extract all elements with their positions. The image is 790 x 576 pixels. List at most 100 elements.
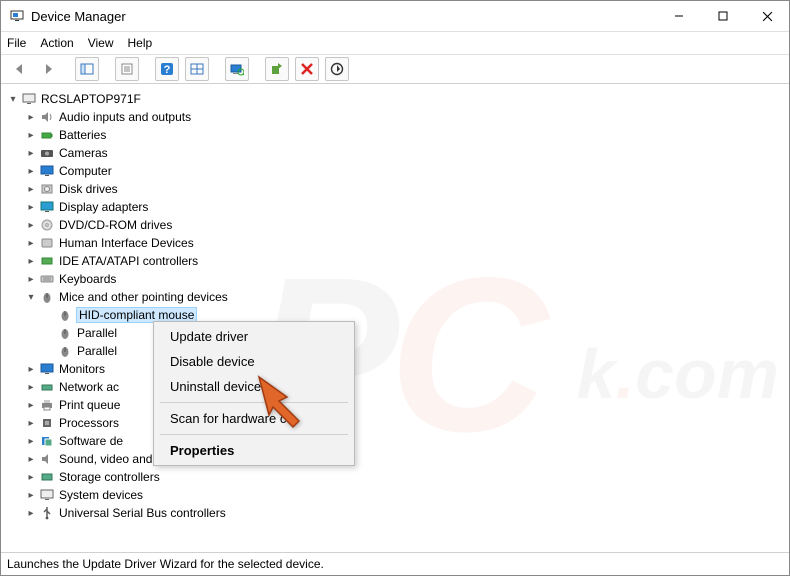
computer-icon <box>21 91 37 107</box>
tree-category[interactable]: ▸Audio inputs and outputs <box>5 108 785 126</box>
back-button[interactable] <box>9 58 31 80</box>
device-tree[interactable]: PC k.com ▾ RCSLAPTOP971F ▸Audio inputs a… <box>1 84 789 552</box>
help-button[interactable]: ? <box>155 57 179 81</box>
keyboard-icon <box>39 271 55 287</box>
close-button[interactable] <box>745 2 789 30</box>
display-icon <box>39 199 55 215</box>
expand-arrow-icon[interactable]: ▸ <box>25 112 37 123</box>
battery-icon <box>39 127 55 143</box>
tree-root[interactable]: ▾ RCSLAPTOP971F <box>5 90 785 108</box>
expand-arrow-icon[interactable]: ▸ <box>25 220 37 231</box>
tree-category[interactable]: ▸Processors <box>5 414 785 432</box>
tree-root-label[interactable]: RCSLAPTOP971F <box>41 92 141 106</box>
maximize-button[interactable] <box>701 2 745 30</box>
software-icon <box>39 433 55 449</box>
forward-button[interactable] <box>37 58 59 80</box>
status-text: Launches the Update Driver Wizard for th… <box>7 557 324 571</box>
expand-arrow-icon[interactable]: ▸ <box>25 130 37 141</box>
expand-arrow-icon[interactable]: ▸ <box>25 508 37 519</box>
expand-arrow-icon[interactable]: ▸ <box>25 472 37 483</box>
camera-icon <box>39 145 55 161</box>
tree-category[interactable]: ▸IDE ATA/ATAPI controllers <box>5 252 785 270</box>
menu-action[interactable]: Action <box>40 36 73 50</box>
update-driver-button[interactable] <box>265 57 289 81</box>
expand-arrow-icon[interactable]: ▸ <box>25 184 37 195</box>
tree-category[interactable]: ▸Display adapters <box>5 198 785 216</box>
tree-category[interactable]: ▸Network ac <box>5 378 785 396</box>
menu-file[interactable]: File <box>7 36 26 50</box>
expand-arrow-icon[interactable]: ▸ <box>25 148 37 159</box>
selected-device[interactable]: HID-compliant mouse <box>77 308 196 322</box>
device-manager-window: Device Manager File Action View Help ? P… <box>0 0 790 576</box>
storage-icon <box>39 469 55 485</box>
expand-arrow-icon[interactable]: ▸ <box>25 202 37 213</box>
tree-category[interactable]: ▸Batteries <box>5 126 785 144</box>
cpu-icon <box>39 415 55 431</box>
window-title: Device Manager <box>31 9 126 24</box>
mouse-icon <box>57 307 73 323</box>
expand-arrow-icon[interactable]: ▸ <box>25 364 37 375</box>
menu-update-driver[interactable]: Update driver <box>156 324 352 349</box>
expand-arrow-icon[interactable]: ▾ <box>7 94 19 105</box>
tree-category[interactable]: ▸Print queue <box>5 396 785 414</box>
menu-uninstall-device[interactable]: Uninstall device <box>156 374 352 399</box>
svg-text:?: ? <box>164 64 171 76</box>
expand-arrow-icon[interactable]: ▸ <box>25 256 37 267</box>
dvd-icon <box>39 217 55 233</box>
monitor-icon <box>39 361 55 377</box>
tree-category[interactable]: ▸Universal Serial Bus controllers <box>5 504 785 522</box>
scan-hardware-button[interactable] <box>225 57 249 81</box>
context-menu: Update driver Disable device Uninstall d… <box>153 321 355 466</box>
toolbar: ? <box>1 55 789 84</box>
hid-icon <box>39 235 55 251</box>
disable-button[interactable] <box>325 57 349 81</box>
show-hide-console-button[interactable] <box>75 57 99 81</box>
collapse-arrow-icon[interactable]: ▾ <box>25 292 37 303</box>
expand-arrow-icon[interactable]: ▸ <box>25 400 37 411</box>
expand-arrow-icon[interactable]: ▸ <box>25 436 37 447</box>
tree-category[interactable]: ▸System devices <box>5 486 785 504</box>
tree-category[interactable]: ▸Monitors <box>5 360 785 378</box>
tree-category[interactable]: ▸Sound, video and game controllers <box>5 450 785 468</box>
titlebar: Device Manager <box>1 1 789 32</box>
system-icon <box>39 487 55 503</box>
tree-category-mice[interactable]: ▾Mice and other pointing devices <box>5 288 785 306</box>
tree-category[interactable]: ▸Storage controllers <box>5 468 785 486</box>
tree-category[interactable]: ▸Keyboards <box>5 270 785 288</box>
menu-separator <box>160 402 348 403</box>
menubar: File Action View Help <box>1 32 789 55</box>
tree-device[interactable]: ▸Parallel <box>5 324 785 342</box>
app-icon <box>9 8 25 24</box>
menu-help[interactable]: Help <box>128 36 153 50</box>
menu-disable-device[interactable]: Disable device <box>156 349 352 374</box>
mouse-icon <box>57 325 73 341</box>
expand-arrow-icon[interactable]: ▸ <box>25 454 37 465</box>
tree-category[interactable]: ▸Computer <box>5 162 785 180</box>
menu-view[interactable]: View <box>88 36 114 50</box>
usb-icon <box>39 505 55 521</box>
ide-icon <box>39 253 55 269</box>
tree-category[interactable]: ▸DVD/CD-ROM drives <box>5 216 785 234</box>
tree-device[interactable]: ▸Parallel <box>5 342 785 360</box>
mouse-icon <box>39 289 55 305</box>
printer-icon <box>39 397 55 413</box>
tree-category[interactable]: ▸Cameras <box>5 144 785 162</box>
properties-button[interactable] <box>115 57 139 81</box>
minimize-button[interactable] <box>657 2 701 30</box>
expand-arrow-icon[interactable]: ▸ <box>25 238 37 249</box>
tree-category[interactable]: ▸Human Interface Devices <box>5 234 785 252</box>
expand-arrow-icon[interactable]: ▸ <box>25 166 37 177</box>
expand-arrow-icon[interactable]: ▸ <box>25 274 37 285</box>
menu-scan-hardware[interactable]: Scan for hardware c <box>156 406 352 431</box>
menu-properties[interactable]: Properties <box>156 438 352 463</box>
tree-category[interactable]: ▸Disk drives <box>5 180 785 198</box>
statusbar: Launches the Update Driver Wizard for th… <box>1 552 789 575</box>
tree-category[interactable]: ▸Software de <box>5 432 785 450</box>
mouse-icon <box>57 343 73 359</box>
expand-arrow-icon[interactable]: ▸ <box>25 490 37 501</box>
expand-arrow-icon[interactable]: ▸ <box>25 382 37 393</box>
uninstall-button[interactable] <box>295 57 319 81</box>
expand-arrow-icon[interactable]: ▸ <box>25 418 37 429</box>
view-options-button[interactable] <box>185 57 209 81</box>
tree-device[interactable]: ▸HID-compliant mouse <box>5 306 785 324</box>
